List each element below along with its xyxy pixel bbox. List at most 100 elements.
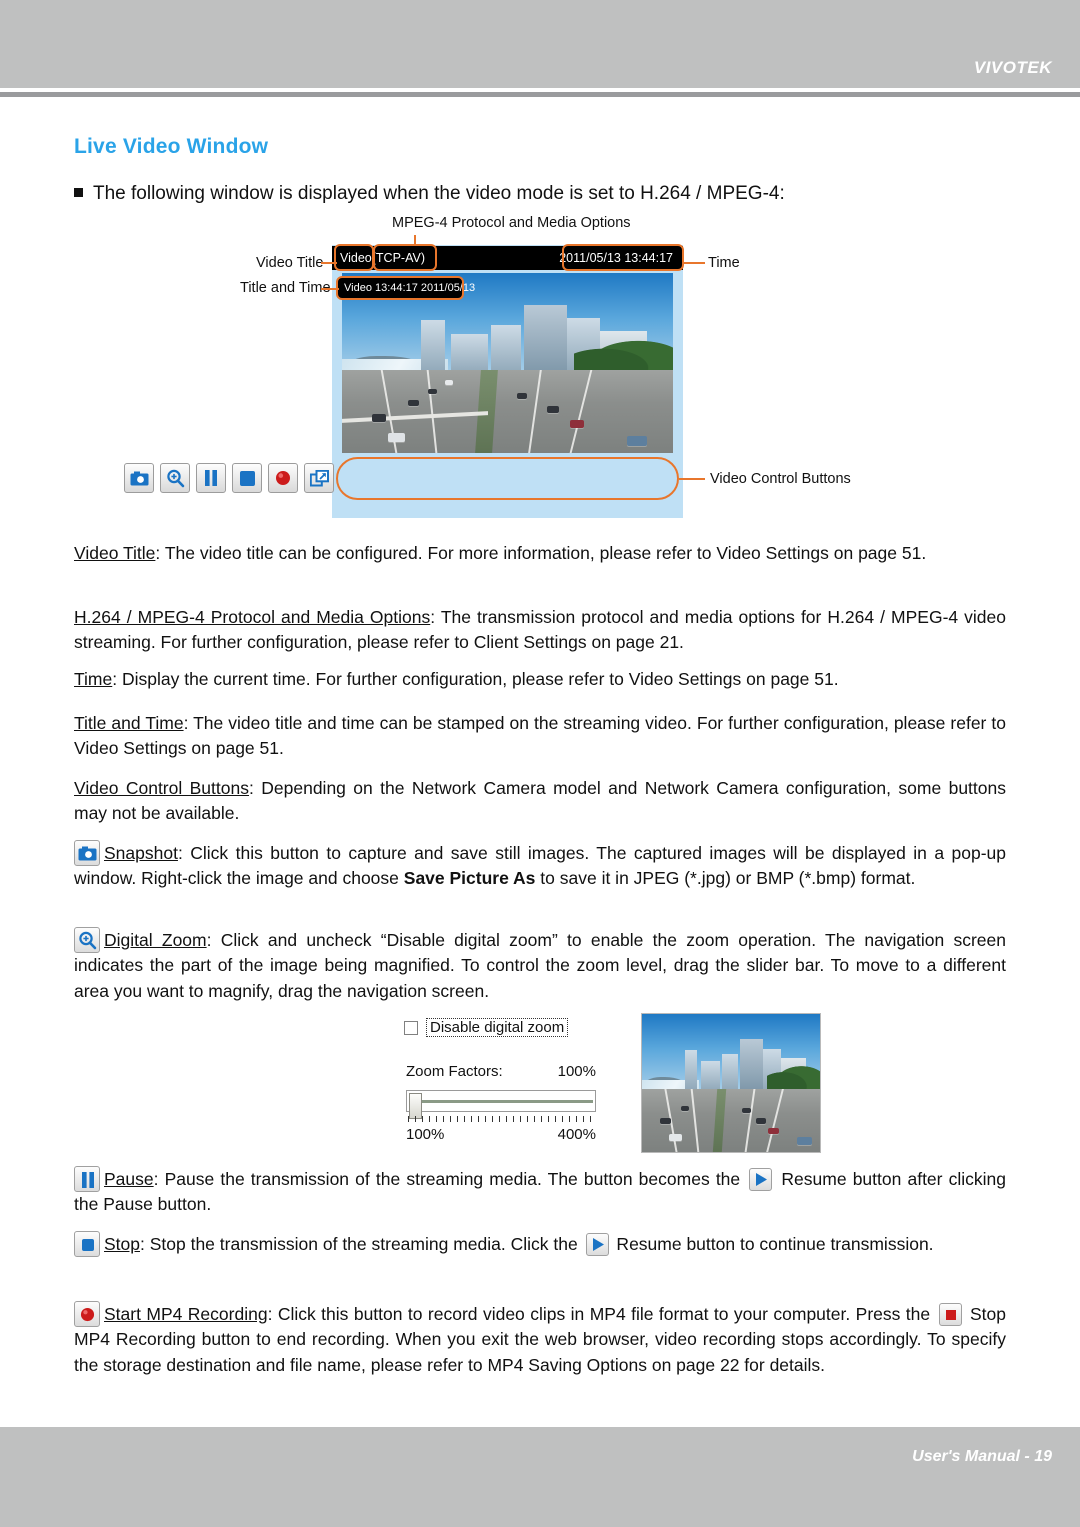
disable-digital-zoom-row[interactable]: Disable digital zoom xyxy=(404,1018,569,1037)
pause-icon xyxy=(205,470,217,486)
video-still-image xyxy=(342,273,673,453)
manual-page: VIVOTEK Live Video Window The following … xyxy=(0,0,1080,1527)
image-car xyxy=(626,435,647,446)
callout-time-label: Time xyxy=(708,255,740,271)
term-title-and-time: Title and Time xyxy=(74,713,184,733)
header-divider xyxy=(0,92,1080,97)
callout-video-title-leader-2 xyxy=(321,262,335,264)
zoom-slider-max-label: 400% xyxy=(557,1126,596,1143)
callout-protocol-label: MPEG-4 Protocol and Media Options xyxy=(392,215,631,231)
callout-video-control-buttons-label: Video Control Buttons xyxy=(710,471,851,487)
digital-zoom-glyph xyxy=(79,931,97,950)
image-car xyxy=(547,406,560,414)
annotation-box-title-and-time xyxy=(336,276,464,300)
page-title: Live Video Window xyxy=(74,135,269,158)
thumb-building xyxy=(739,1038,764,1092)
callout-title-and-time-label: Title and Time xyxy=(240,280,331,296)
record-icon xyxy=(276,471,290,485)
snapshot-button[interactable] xyxy=(124,463,154,493)
fullscreen-button[interactable] xyxy=(304,463,334,493)
term-time: Time xyxy=(74,669,113,689)
text-snapshot-2: to save it in JPEG (*.jpg) or BMP (*.bmp… xyxy=(535,868,916,889)
pause-glyph xyxy=(82,1172,94,1188)
annotation-box-video-title xyxy=(334,244,374,271)
fullscreen-icon xyxy=(309,469,329,486)
record-icon xyxy=(74,1301,100,1327)
zoom-factors-value: 100% xyxy=(557,1063,596,1080)
zoom-factors-label: Zoom Factors: xyxy=(406,1063,503,1080)
live-video-window-figure: MPEG-4 Protocol and Media Options Video(… xyxy=(74,215,1006,530)
image-building xyxy=(490,325,521,374)
page-footer-bar xyxy=(0,1427,1080,1527)
paragraph-time: Time: Display the current time. For furt… xyxy=(74,667,1006,692)
callout-video-title-label: Video Title xyxy=(256,255,324,271)
record-glyph xyxy=(80,1307,95,1322)
thumb-car xyxy=(741,1108,751,1114)
brand-logo: VIVOTEK xyxy=(973,58,1052,77)
digital-zoom-button[interactable] xyxy=(160,463,190,493)
digital-zoom-dialog: Disable digital zoom Zoom Factors: 100% … xyxy=(404,1008,834,1158)
bullet-square-icon xyxy=(74,188,83,197)
disable-digital-zoom-checkbox[interactable] xyxy=(404,1020,418,1035)
zoom-slider-ticks xyxy=(408,1116,594,1122)
text-pause-1: : Pause the transmission of the streamin… xyxy=(153,1169,747,1189)
paragraph-protocol: H.264 / MPEG-4 Protocol and Media Option… xyxy=(74,605,1006,656)
term-snapshot: Snapshot xyxy=(104,843,178,863)
term-video-control-buttons: Video Control Buttons xyxy=(74,778,249,798)
pause-button[interactable] xyxy=(196,463,226,493)
stop-glyph xyxy=(82,1239,94,1251)
image-car xyxy=(388,433,406,443)
callout-title-and-time-leader xyxy=(321,288,339,290)
zoom-slider-track xyxy=(417,1100,593,1103)
resume-icon xyxy=(585,1233,609,1256)
pause-icon xyxy=(74,1166,100,1192)
zoom-slider[interactable] xyxy=(406,1090,596,1119)
paragraph-video-control-buttons: Video Control Buttons: Depending on the … xyxy=(74,776,1006,827)
stop-button[interactable] xyxy=(232,463,262,493)
thumb-building xyxy=(722,1054,739,1092)
term-video-title: Video Title xyxy=(74,543,156,563)
image-building xyxy=(451,334,488,374)
text-stop-1: : Stop the transmission of the streaming… xyxy=(140,1234,583,1254)
resume-glyph xyxy=(592,1238,604,1251)
thumb-car xyxy=(681,1105,690,1111)
thumb-building xyxy=(684,1049,698,1092)
paragraph-pause: Pause: Pause the transmission of the str… xyxy=(74,1166,1006,1218)
snapshot-icon xyxy=(74,840,100,866)
record-button[interactable] xyxy=(268,463,298,493)
image-car xyxy=(371,414,386,423)
paragraph-stop: Stop: Stop the transmission of the strea… xyxy=(74,1231,1006,1257)
thumb-car xyxy=(668,1133,682,1141)
digital-zoom-icon xyxy=(74,927,100,953)
video-control-buttons-strip xyxy=(336,457,679,500)
term-pause: Pause xyxy=(104,1169,154,1189)
text-digital-zoom: : Click and uncheck “Disable digital zoo… xyxy=(74,930,1006,1001)
snapshot-icon xyxy=(130,471,148,485)
zoom-factors-row: Zoom Factors: 100% xyxy=(406,1063,596,1080)
term-protocol: H.264 / MPEG-4 Protocol and Media Option… xyxy=(74,607,431,627)
thumb-car xyxy=(796,1137,812,1146)
paragraph-record: Start MP4 Recording: Click this button t… xyxy=(74,1301,1006,1378)
image-car xyxy=(428,388,438,394)
stop-icon xyxy=(239,470,255,486)
snapshot-glyph xyxy=(78,846,97,861)
zoom-slider-min-label: 100% xyxy=(406,1126,445,1143)
paragraph-title-and-time: Title and Time: The video title and time… xyxy=(74,711,1006,762)
intro-bullet-text: The following window is displayed when t… xyxy=(93,183,785,204)
term-stop: Stop xyxy=(104,1234,140,1254)
navigation-screen-thumbnail[interactable] xyxy=(641,1013,821,1153)
stop-recording-glyph xyxy=(945,1310,956,1320)
thumb-building xyxy=(700,1060,721,1092)
annotation-box-time xyxy=(562,244,684,271)
term-digital-zoom: Digital Zoom xyxy=(104,930,207,950)
video-control-buttons-row[interactable] xyxy=(124,463,334,493)
text-snapshot-bold: Save Picture As xyxy=(403,868,536,889)
text-time: : Display the current time. For further … xyxy=(112,669,839,689)
digital-zoom-icon xyxy=(166,469,184,487)
image-car xyxy=(444,379,453,385)
callout-time-leader xyxy=(683,262,705,264)
image-building xyxy=(421,319,445,374)
thumb-car xyxy=(755,1118,766,1125)
image-car xyxy=(570,419,585,428)
paragraph-snapshot: Snapshot: Click this button to capture a… xyxy=(74,840,1006,892)
